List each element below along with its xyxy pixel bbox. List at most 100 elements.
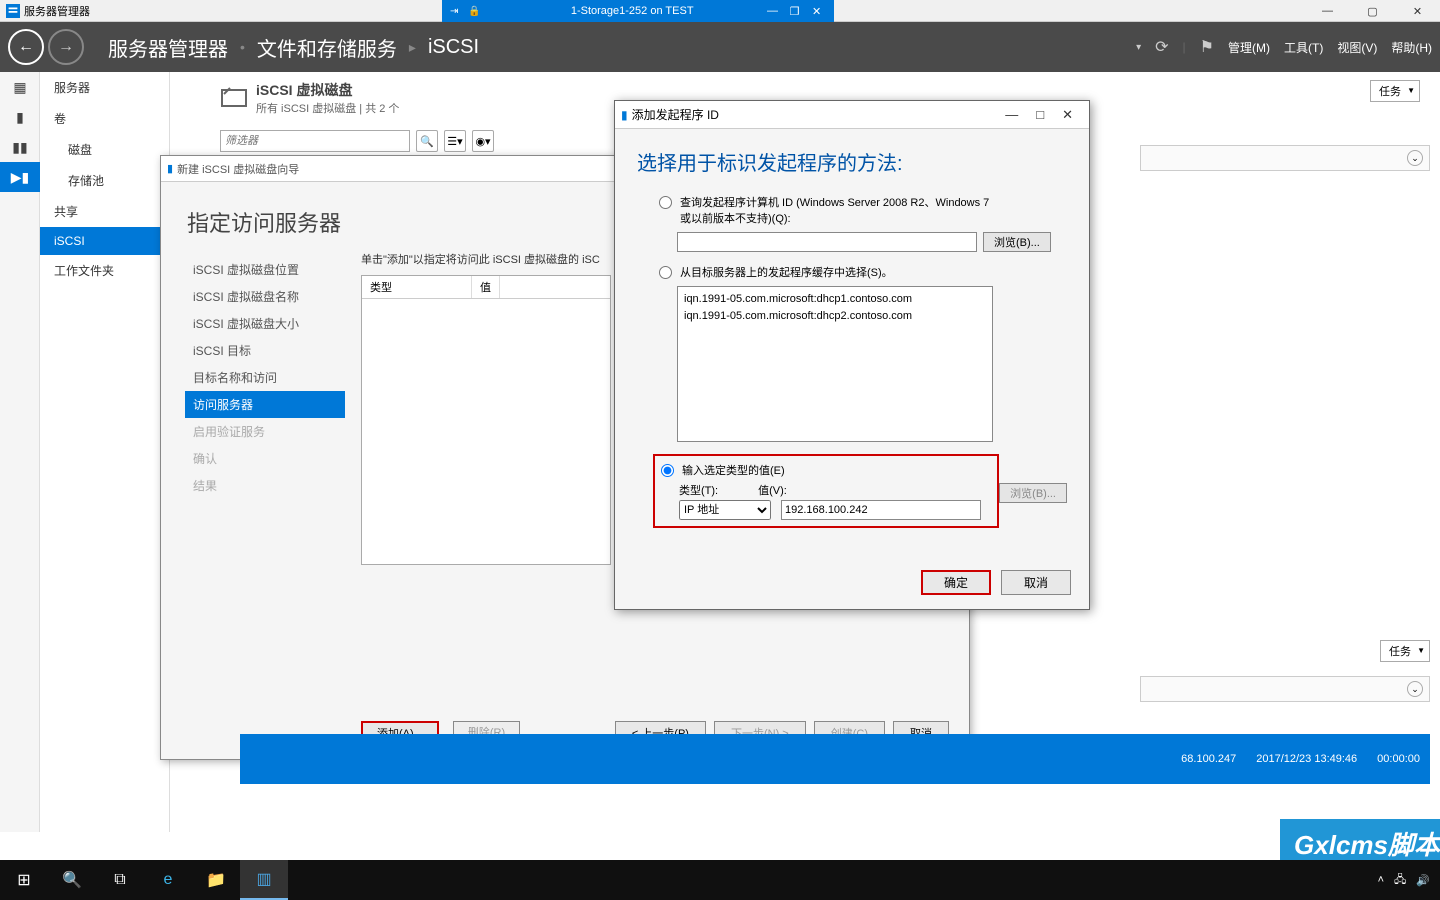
vm-restore-button[interactable]: ❐ (786, 5, 804, 18)
dialog-maximize-button[interactable]: □ (1036, 107, 1044, 123)
wizard-step-active[interactable]: 访问服务器 (185, 391, 345, 418)
chevron-right-icon: • (240, 39, 245, 55)
sidebar-item-servers[interactable]: 服务器 (40, 72, 169, 103)
sidebar: 服务器 卷 磁盘 存储池 共享 iSCSI 工作文件夹 (40, 72, 170, 832)
start-button[interactable]: ⊞ (0, 860, 48, 900)
tasks-dropdown[interactable]: 任务 (1370, 80, 1420, 102)
sidebar-item-workfolders[interactable]: 工作文件夹 (40, 255, 169, 286)
ie-icon[interactable]: e (144, 860, 192, 900)
wizard-step[interactable]: iSCSI 虚拟磁盘位置 (185, 256, 345, 283)
chevron-down-icon[interactable]: ⌄ (1407, 150, 1423, 166)
all-servers-icon[interactable]: ▮▮ (0, 132, 40, 162)
col-value: 值 (472, 276, 500, 298)
nav-forward-button[interactable]: → (48, 29, 84, 65)
minimize-button[interactable]: — (1305, 0, 1350, 22)
tray[interactable]: ˄ 🖧 🔊 (1378, 871, 1440, 890)
dialog-buttons: 确定 取消 (921, 570, 1071, 595)
local-server-icon[interactable]: ▮ (0, 102, 40, 132)
sidebar-item-disks[interactable]: 磁盘 (40, 134, 169, 165)
wizard-step: 确认 (185, 445, 345, 472)
window-title: 服务器管理器 (24, 3, 90, 19)
explorer-icon[interactable]: 📁 (192, 860, 240, 900)
filter-tag-icon[interactable]: ◉▾ (472, 130, 494, 152)
search-button[interactable]: 🔍 (48, 860, 96, 900)
selected-option-highlight: 输入选定类型的值(E) 类型(T): 值(V): IP 地址 (653, 454, 999, 528)
help-menu[interactable]: 帮助(H) (1391, 39, 1432, 56)
browse-button[interactable]: 浏览(B)... (983, 232, 1051, 252)
maximize-button[interactable]: ▢ (1350, 0, 1395, 22)
dialog-icon: ▮ (621, 108, 628, 122)
wizard-title: 新建 iSCSI 虚拟磁盘向导 (177, 161, 299, 177)
breadcrumb-mid[interactable]: 文件和存储服务 (257, 33, 397, 62)
value-input[interactable] (781, 500, 981, 520)
wizard-step[interactable]: iSCSI 虚拟磁盘大小 (185, 310, 345, 337)
collapsed-panel-2[interactable]: ⌄ (1140, 676, 1430, 702)
disk-icon (220, 84, 248, 112)
app-icon (6, 4, 20, 18)
col-type: 类型 (362, 276, 472, 298)
dialog-close-button[interactable]: ✕ (1062, 107, 1073, 123)
dropdown-icon[interactable]: ▾ (1136, 42, 1141, 53)
radio-query[interactable] (659, 196, 672, 209)
ok-button[interactable]: 确定 (921, 570, 991, 595)
section-subtitle: 所有 iSCSI 虚拟磁盘 | 共 2 个 (256, 100, 399, 116)
lock-icon[interactable]: 🔒 (468, 6, 480, 17)
tasks-dropdown-2[interactable]: 任务 (1380, 640, 1430, 662)
breadcrumb-root[interactable]: 服务器管理器 (108, 33, 228, 62)
radio-cache-label: 从目标服务器上的发起程序缓存中选择(S)。 (680, 264, 893, 280)
vm-minimize-button[interactable]: — (764, 5, 782, 18)
wizard-step[interactable]: iSCSI 虚拟磁盘名称 (185, 283, 345, 310)
cache-item[interactable]: iqn.1991-05.com.microsoft:dhcp2.contoso.… (684, 308, 986, 325)
flag-icon[interactable]: ⚑ (1200, 37, 1214, 57)
view-menu[interactable]: 视图(V) (1337, 39, 1377, 56)
window-controls: — ▢ ✕ (1305, 0, 1440, 22)
radio-enter-label: 输入选定类型的值(E) (682, 462, 785, 478)
collapsed-panel-1[interactable]: ⌄ (1140, 145, 1430, 171)
search-icon[interactable]: 🔍 (416, 130, 438, 152)
vm-console-bar: ⇥ 🔒 1-Storage1-252 on TEST — ❐ ✕ (442, 0, 834, 22)
type-select[interactable]: IP 地址 (679, 500, 771, 520)
wizard-steps: iSCSI 虚拟磁盘位置 iSCSI 虚拟磁盘名称 iSCSI 虚拟磁盘大小 i… (185, 256, 345, 499)
filter-menu-icon[interactable]: ☰▾ (444, 130, 466, 152)
sidebar-item-volumes[interactable]: 卷 (40, 103, 169, 134)
radio-query-label: 查询发起程序计算机 ID (Windows Server 2008 R2、Win… (680, 194, 990, 226)
manage-menu[interactable]: 管理(M) (1228, 39, 1270, 56)
refresh-icon[interactable]: ⟳ (1155, 37, 1168, 57)
wizard-icon: ▮ (167, 162, 173, 175)
tray-network-icon[interactable]: 🖧 (1394, 871, 1406, 890)
dashboard-icon[interactable]: ▦ (0, 72, 40, 102)
initiators-table[interactable]: 类型 值 (361, 275, 611, 565)
dialog-minimize-button[interactable]: — (1005, 107, 1018, 123)
pin-icon[interactable]: ⇥ (450, 6, 458, 17)
filter-input[interactable] (220, 130, 410, 152)
vm-close-button[interactable]: ✕ (808, 5, 826, 18)
wizard-step[interactable]: iSCSI 目标 (185, 337, 345, 364)
wizard-step: 启用验证服务 (185, 418, 345, 445)
radio-enter-value[interactable] (661, 464, 674, 477)
initiator-cache-list[interactable]: iqn.1991-05.com.microsoft:dhcp1.contoso.… (677, 286, 993, 442)
sidebar-item-shares[interactable]: 共享 (40, 196, 169, 227)
query-input[interactable] (677, 232, 977, 252)
taskview-button[interactable]: ⧉ (96, 860, 144, 900)
cancel-button[interactable]: 取消 (1001, 570, 1071, 595)
tray-volume-icon[interactable]: 🔊 (1416, 874, 1430, 887)
breadcrumb-leaf: iSCSI (428, 36, 479, 59)
chevron-right-icon: ▸ (409, 39, 416, 56)
chevron-down-icon[interactable]: ⌄ (1407, 681, 1423, 697)
cache-item[interactable]: iqn.1991-05.com.microsoft:dhcp1.contoso.… (684, 291, 986, 308)
wizard-step[interactable]: 目标名称和访问 (185, 364, 345, 391)
nav-back-button[interactable]: ← (8, 29, 44, 65)
close-button[interactable]: ✕ (1395, 0, 1440, 22)
tools-menu[interactable]: 工具(T) (1284, 39, 1323, 56)
server-manager-taskbar-icon[interactable]: ▥ (240, 860, 288, 900)
tray-up-icon[interactable]: ˄ (1378, 874, 1384, 886)
type-label: 类型(T): (679, 482, 718, 498)
radio-cache[interactable] (659, 266, 672, 279)
sidebar-item-pools[interactable]: 存储池 (40, 165, 169, 196)
fileservices-icon[interactable]: ▶▮ (0, 162, 40, 192)
sidebar-item-iscsi[interactable]: iSCSI (40, 227, 169, 255)
selected-session-row[interactable]: 68.100.247 2017/12/23 13:49:46 00:00:00 (240, 734, 1430, 784)
icon-rail: ▦ ▮ ▮▮ ▶▮ (0, 72, 40, 832)
breadcrumb: 服务器管理器 • 文件和存储服务 ▸ iSCSI (108, 33, 479, 62)
vm-title: 1-Storage1-252 on TEST (571, 5, 694, 17)
